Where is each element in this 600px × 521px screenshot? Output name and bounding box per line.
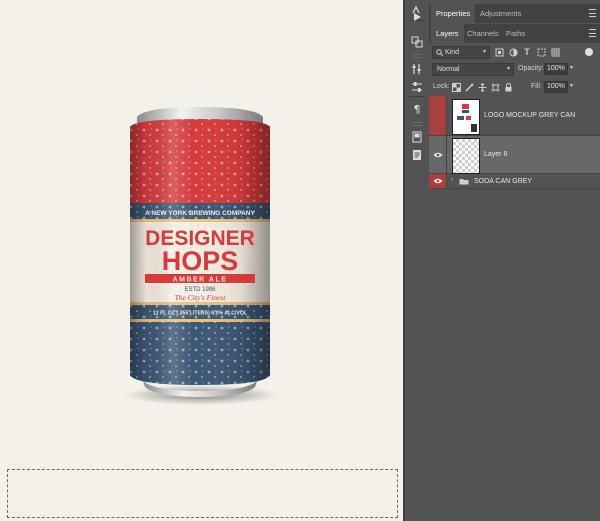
layer-group-name: SODA CAN GREY <box>474 178 532 185</box>
layer-visibility-toggle[interactable] <box>429 96 447 135</box>
filter-smart-object-icon[interactable] <box>550 47 560 57</box>
label-title-line2: HOPS <box>162 246 239 276</box>
brush-settings-icon[interactable] <box>408 60 426 78</box>
tab-properties[interactable]: Properties <box>431 4 476 23</box>
layer-visibility-toggle[interactable] <box>429 174 447 188</box>
chevron-down-icon: ▾ <box>482 49 486 55</box>
lock-position-icon[interactable] <box>477 82 487 92</box>
swatch-icon[interactable] <box>408 128 426 146</box>
layer-name: LOGO MOCKUP GREY CAN <box>484 112 576 119</box>
soda-can-mockup: A NEW YORK BREWING COMPANY DESIGNER HOPS… <box>123 107 279 405</box>
panel-menu-icon[interactable] <box>589 29 596 37</box>
tab-channels[interactable]: Channels <box>462 24 504 43</box>
panel-menu-icon[interactable] <box>589 9 596 17</box>
document-canvas[interactable]: A NEW YORK BREWING COMPANY DESIGNER HOPS… <box>0 0 403 521</box>
filter-kind-label: Kind <box>445 49 460 56</box>
eye-icon <box>433 152 443 158</box>
chevron-down-icon[interactable]: ▾ <box>570 82 573 89</box>
notes-icon[interactable] <box>408 146 426 164</box>
search-icon <box>436 49 443 56</box>
filter-adjustment-icon[interactable] <box>508 47 518 57</box>
filter-shape-icon[interactable] <box>536 47 546 57</box>
selection-marquee[interactable] <box>7 469 398 518</box>
layer-group-row[interactable]: › SODA CAN GREY <box>429 174 600 189</box>
clone-source-icon[interactable] <box>408 33 426 51</box>
eye-icon <box>433 178 443 184</box>
lock-all-icon[interactable] <box>503 82 513 92</box>
properties-tab-row: Properties Adjustments <box>429 4 600 23</box>
folder-icon <box>459 179 469 185</box>
filter-pixel-icon[interactable] <box>494 47 504 57</box>
lock-label: Lock: <box>433 83 450 90</box>
layer-visibility-toggle[interactable] <box>429 136 447 173</box>
label-top-banner: A NEW YORK BREWING COMPANY <box>145 210 255 217</box>
lock-pixels-icon[interactable] <box>464 82 474 92</box>
tool-strip: ¶ <box>405 0 430 521</box>
paragraph-icon[interactable]: ¶ <box>408 100 426 118</box>
layer-thumbnail <box>452 138 480 174</box>
fill-input[interactable]: 100% <box>544 81 568 93</box>
layer-name: Layer 8 <box>484 151 508 158</box>
tab-adjustments[interactable]: Adjustments <box>475 4 526 23</box>
fill-label: Fill: <box>531 83 542 90</box>
tab-layers[interactable]: Layers <box>431 24 464 43</box>
layer-row[interactable]: LOGO MOCKUP GREY CAN <box>429 96 600 136</box>
lock-artboard-icon[interactable] <box>490 82 500 92</box>
lock-transparent-icon[interactable] <box>451 82 461 92</box>
chevron-right-icon[interactable]: › <box>451 177 453 183</box>
chevron-down-icon[interactable]: ▾ <box>570 64 573 71</box>
right-panels: Properties Adjustments Layers Channels P… <box>429 0 600 521</box>
chevron-down-icon: ▾ <box>506 66 510 72</box>
tab-paths[interactable]: Paths <box>501 24 530 43</box>
filter-type-icon[interactable]: T <box>522 47 532 57</box>
layers-tab-row: Layers Channels Paths <box>429 24 600 43</box>
blend-mode-select[interactable]: Normal ▾ <box>432 63 514 76</box>
opacity-input[interactable]: 100% <box>544 63 568 75</box>
label-subtitle: AMBER ALE <box>173 277 228 284</box>
layer-filter-select[interactable]: Kind ▾ <box>432 46 490 59</box>
opacity-label: Opacity: <box>518 65 544 72</box>
adjust-icon[interactable] <box>408 78 426 96</box>
layer-thumbnail <box>452 99 480 135</box>
label-volume: 12 FL OZ (.355 LITERS) 6.0% ALC/VOL <box>153 311 248 317</box>
play-icon[interactable] <box>408 8 426 26</box>
label-tagline: The City's Finest <box>175 293 227 302</box>
layer-row-selected[interactable]: Layer 8 <box>429 136 600 174</box>
blend-mode-value: Normal <box>437 66 460 73</box>
filter-toggle-icon[interactable] <box>584 47 594 57</box>
